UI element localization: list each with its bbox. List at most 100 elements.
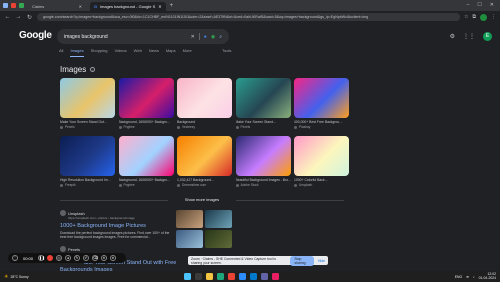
hide-banner-button[interactable]: Hide: [318, 259, 325, 263]
tab-maps[interactable]: Maps: [166, 48, 176, 57]
trash-icon[interactable]: ✕: [101, 255, 108, 261]
image-caption[interactable]: High Resolution Background Im...: [60, 178, 115, 182]
image-caption[interactable]: 400,000+ Best Free Backgrou...: [294, 120, 349, 124]
apps-grid-icon[interactable]: ⋮⋮: [463, 33, 475, 40]
result-thumbnail[interactable]: [176, 230, 203, 248]
image-thumbnail[interactable]: [60, 78, 115, 118]
lens-icon[interactable]: ◉: [211, 34, 215, 40]
close-recorder-icon[interactable]: ✕: [110, 255, 117, 261]
tab-web[interactable]: Web: [134, 48, 142, 57]
close-tab-icon[interactable]: ✕: [79, 2, 82, 11]
search-icon[interactable]: ⌕: [219, 34, 222, 40]
clear-icon[interactable]: ✕: [191, 34, 195, 40]
stop-record-icon[interactable]: [47, 255, 54, 261]
weather-widget[interactable]: ☀ 28°C Sunny: [4, 274, 29, 280]
result-thumbnail[interactable]: [205, 210, 232, 228]
wifi-icon[interactable]: ≋: [466, 275, 469, 279]
zoom-icon[interactable]: [239, 273, 246, 280]
image-caption[interactable]: 1000+ Colorful Back...: [294, 178, 349, 182]
image-caption[interactable]: Make Your Screen Stand...: [236, 120, 291, 124]
image-result-card[interactable]: Make Your Screen Stand... Pexels: [235, 78, 291, 129]
image-result-card[interactable]: 1000+ Colorful Back... Unsplash: [294, 136, 349, 187]
tools-button[interactable]: Tools: [222, 48, 231, 53]
image-caption[interactable]: 1,032,427 Background...: [177, 178, 232, 182]
close-tab-icon[interactable]: ✕: [158, 2, 161, 11]
reload-icon[interactable]: ↻: [26, 14, 33, 21]
search-taskbar-icon[interactable]: [195, 273, 202, 280]
edge-icon[interactable]: [217, 273, 224, 280]
image-result-card[interactable]: Beautiful Background Images - Bro... Adob…: [235, 136, 291, 187]
eraser-icon[interactable]: ⌫: [92, 255, 99, 261]
tab-shopping[interactable]: Shopping: [91, 48, 108, 57]
image-caption[interactable]: Make Your Screen Stand Out...: [60, 120, 115, 124]
tab-all[interactable]: All: [59, 48, 63, 57]
tab-more[interactable]: More: [183, 48, 192, 57]
image-thumbnail[interactable]: [118, 78, 174, 118]
menu-icon[interactable]: ⋮: [491, 14, 496, 21]
search-input[interactable]: [64, 33, 191, 40]
image-thumbnail[interactable]: [118, 136, 174, 176]
settings-icon[interactable]: ⚙: [450, 33, 455, 40]
forward-icon[interactable]: →: [15, 14, 22, 20]
tab-news[interactable]: News: [149, 48, 159, 57]
image-result-card[interactable]: High Resolution Background Im... Freepik: [60, 136, 115, 187]
windows-start-icon[interactable]: [184, 273, 191, 280]
tab-videos[interactable]: Videos: [114, 48, 126, 57]
camera-icon[interactable]: ◎: [56, 255, 63, 261]
google-logo[interactable]: Google: [19, 30, 52, 41]
browser-tab[interactable]: Claims ✕: [28, 2, 86, 11]
image-thumbnail[interactable]: [294, 78, 349, 118]
address-bar[interactable]: google.com/search?q=images+background&sc…: [37, 13, 460, 21]
show-more-images-button[interactable]: Show more images: [172, 196, 232, 204]
pinned-tab-icon[interactable]: [3, 3, 8, 8]
back-icon[interactable]: ←: [4, 14, 11, 20]
app-icon[interactable]: [272, 273, 279, 280]
image-thumbnail[interactable]: [235, 136, 291, 176]
mic-toggle-icon[interactable]: ●: [65, 255, 72, 261]
image-thumbnail[interactable]: [235, 78, 291, 118]
image-thumbnail[interactable]: [177, 136, 232, 176]
image-result-card[interactable]: Make Your Screen Stand Out... Pexels: [60, 78, 115, 129]
search-box[interactable]: ✕ ● ◉ ⌕: [57, 29, 229, 44]
mic-icon[interactable]: ●: [204, 34, 207, 40]
image-result-card[interactable]: Background, 1606000+ Backgro... Pngtree: [118, 136, 174, 187]
vscode-icon[interactable]: [250, 273, 257, 280]
teams-icon[interactable]: [261, 273, 268, 280]
image-thumbnail[interactable]: [60, 136, 115, 176]
browser-tab-active[interactable]: G images background - Google S ✕: [90, 2, 166, 11]
maximize-icon[interactable]: ☐: [477, 0, 481, 11]
image-thumbnail[interactable]: [294, 136, 349, 176]
image-result-card[interactable]: Background Vecteezy: [177, 78, 232, 129]
pen-icon[interactable]: ✎: [74, 255, 81, 261]
result-thumbnail[interactable]: [205, 230, 232, 248]
file-explorer-icon[interactable]: [206, 273, 213, 280]
info-icon[interactable]: i: [90, 67, 96, 73]
image-caption[interactable]: Background, 1606000+ Backgro...: [119, 120, 174, 124]
image-caption[interactable]: Background, 1606000+ Backgro...: [119, 178, 174, 182]
close-window-icon[interactable]: ✕: [490, 0, 494, 11]
image-result-card[interactable]: 1,032,427 Background... Dreamstime.com: [177, 136, 232, 187]
highlighter-icon[interactable]: ✐: [83, 255, 90, 261]
pinned-tab-icon[interactable]: [19, 3, 24, 8]
result-title-link[interactable]: 1000+ Background Image Pictures: [60, 223, 172, 229]
pinned-tab-icon[interactable]: [11, 3, 16, 8]
stop-sharing-button[interactable]: Stop sharing: [290, 255, 315, 266]
pause-icon[interactable]: ❚❚: [38, 255, 45, 261]
image-result-card[interactable]: Background, 1606000+ Backgro... Pngtree: [118, 78, 174, 129]
extensions-icon[interactable]: ⧉: [472, 14, 476, 21]
result-thumbnail[interactable]: [176, 210, 203, 228]
image-caption[interactable]: Beautiful Background Images - Bro...: [236, 178, 291, 182]
avatar[interactable]: E: [483, 32, 492, 41]
tab-images[interactable]: Images: [70, 48, 84, 57]
image-caption[interactable]: Background: [177, 120, 232, 124]
profile-icon[interactable]: [480, 13, 487, 21]
drag-handle-icon[interactable]: ⋮: [12, 255, 18, 261]
image-result-card[interactable]: 400,000+ Best Free Backgrou... Pixabay: [294, 78, 349, 129]
chrome-icon[interactable]: [228, 273, 235, 280]
volume-icon[interactable]: ♪: [473, 275, 475, 279]
new-tab-button[interactable]: +: [170, 2, 174, 11]
star-icon[interactable]: ☆: [464, 14, 468, 21]
image-thumbnail[interactable]: [177, 78, 232, 118]
result-site[interactable]: Pexels: [60, 246, 80, 252]
language-indicator[interactable]: ENG: [455, 275, 462, 279]
